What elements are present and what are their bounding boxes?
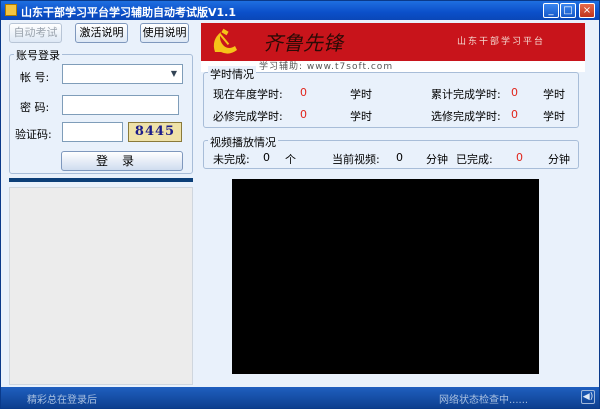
banner-url: 学习辅助: www.t7soft.com: [259, 62, 394, 72]
login-button[interactable]: 登录: [61, 151, 183, 171]
current-year-value: 0: [300, 86, 307, 99]
study-hours-title: 学时情况: [208, 66, 256, 82]
password-label: 密 码:: [20, 101, 50, 114]
video-group-title: 视频播放情况: [208, 134, 278, 150]
cumulative-unit: 学时: [543, 88, 565, 101]
video-player[interactable]: [232, 179, 539, 374]
chevron-down-icon[interactable]: ▼: [166, 65, 182, 83]
status-bar: 精彩总在登录后 网络状态检查中...... ◀): [1, 387, 599, 408]
captcha-label: 验证码:: [15, 128, 52, 141]
banner-brand: 齐鲁先锋: [263, 31, 343, 55]
app-icon: [5, 4, 17, 16]
done-value: 0: [516, 151, 523, 164]
activation-help-button[interactable]: 激活说明: [75, 23, 128, 43]
required-value: 0: [300, 108, 307, 121]
banner-strip: 学习辅助: www.t7soft.com: [201, 61, 585, 72]
maximize-button[interactable]: □: [560, 3, 576, 18]
status-message: 精彩总在登录后: [27, 395, 97, 406]
current-video-unit: 分钟: [426, 153, 448, 166]
usage-help-button[interactable]: 使用说明: [140, 23, 189, 43]
banner-subtitle: 山东干部学习平台: [457, 37, 546, 47]
cumulative-label: 累计完成学时:: [431, 88, 501, 101]
done-label: 已完成:: [456, 153, 493, 166]
elective-label: 选修完成学时:: [431, 110, 501, 123]
captcha-image[interactable]: 8445: [128, 122, 182, 142]
speaker-icon[interactable]: ◀): [581, 390, 595, 404]
elective-value: 0: [511, 108, 518, 121]
captcha-field[interactable]: [62, 122, 123, 142]
network-status: 网络状态检查中......: [439, 395, 529, 406]
unfinished-label: 未完成:: [213, 153, 250, 166]
close-button[interactable]: ×: [579, 3, 595, 18]
unfinished-unit: 个: [285, 153, 296, 166]
required-unit: 学时: [350, 110, 372, 123]
banner: 齐鲁先锋 山东干部学习平台: [201, 23, 585, 61]
party-emblem-icon: [213, 28, 237, 54]
login-group-title: 账号登录: [14, 47, 62, 63]
app-window: 山东干部学习平台学习辅助自动考试版V1.1 _ □ × 自动考试 激活说明 使用…: [0, 0, 600, 409]
current-video-value: 0: [396, 151, 403, 164]
current-year-unit: 学时: [350, 88, 372, 101]
current-year-label: 现在年度学时:: [213, 88, 283, 101]
account-label: 帐 号:: [20, 71, 50, 84]
password-field[interactable]: [62, 95, 179, 115]
cumulative-value: 0: [511, 86, 518, 99]
log-panel: [9, 187, 193, 385]
account-combo[interactable]: ▼: [62, 64, 183, 84]
divider: [9, 178, 193, 182]
required-label: 必修完成学时:: [213, 110, 283, 123]
unfinished-value: 0: [263, 151, 270, 164]
window-title: 山东干部学习平台学习辅助自动考试版V1.1: [21, 6, 236, 19]
auto-exam-button[interactable]: 自动考试: [9, 23, 62, 43]
title-bar[interactable]: 山东干部学习平台学习辅助自动考试版V1.1 _ □ ×: [1, 1, 599, 20]
elective-unit: 学时: [543, 110, 565, 123]
minimize-button[interactable]: _: [543, 3, 559, 18]
current-video-label: 当前视频:: [332, 153, 380, 166]
done-unit: 分钟: [548, 153, 570, 166]
